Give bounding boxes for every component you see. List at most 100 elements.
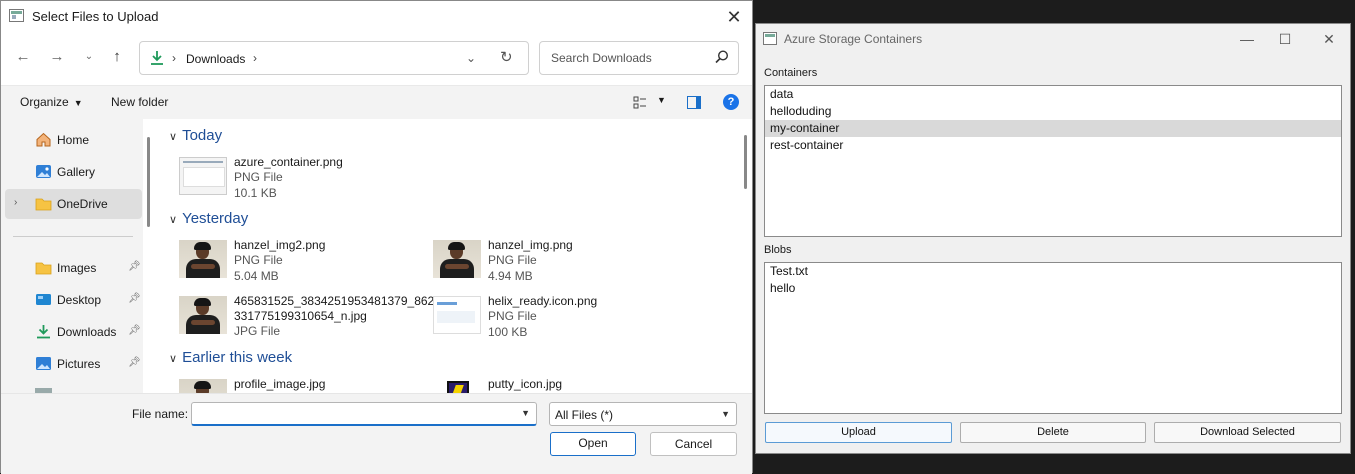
file-name: putty_icon.jpg <box>488 377 563 391</box>
file-upload-dialog: Select Files to Upload ✕ ← → ⌄ ↑ › Downl… <box>0 0 753 474</box>
file-size: 5.04 MB <box>234 269 279 283</box>
file-size: 4.94 MB <box>488 269 533 283</box>
file-thumbnail <box>433 240 481 278</box>
file-item[interactable]: 465831525_3834251953481379_8624 331775199… <box>159 294 441 344</box>
sidebar-item-label: Home <box>57 133 90 147</box>
pictures-icon <box>36 357 51 370</box>
dialog-footer: File name: ▼ All Files (*) ▼ Open Cancel <box>1 393 752 474</box>
chevron-down-icon: ▼ <box>721 409 730 419</box>
blobs-list[interactable]: Test.txt hello <box>764 262 1342 414</box>
command-bar: Organize ▼ New folder ▼ ? <box>1 85 752 119</box>
group-header-today[interactable]: ∨ Today <box>169 127 222 144</box>
group-header-yesterday[interactable]: ∨ Yesterday <box>169 210 248 227</box>
group-label: Yesterday <box>182 210 249 227</box>
open-button[interactable]: Open <box>550 432 636 456</box>
sidebar-item-desktop[interactable]: Desktop 📌︎ <box>5 285 142 315</box>
chevron-down-icon[interactable]: ▼ <box>521 408 530 418</box>
close-button[interactable]: ✕ <box>720 4 748 30</box>
file-item[interactable]: helix_ready.icon.png PNG File 100 KB <box>413 294 663 344</box>
download-selected-button[interactable]: Download Selected <box>1154 422 1341 443</box>
preview-pane-icon[interactable] <box>687 96 701 109</box>
close-icon[interactable]: ✕ <box>1316 28 1342 50</box>
file-type-value: All Files (*) <box>555 408 614 422</box>
download-icon <box>151 51 163 65</box>
breadcrumb-separator-icon: › <box>172 51 176 65</box>
address-bar[interactable]: › Downloads › ⌄ ↻ <box>139 41 529 75</box>
organize-menu[interactable]: Organize ▼ <box>20 95 83 109</box>
file-type: PNG File <box>488 309 537 323</box>
dialog-title-bar[interactable]: Select Files to Upload ✕ <box>1 1 752 33</box>
file-thumbnail <box>179 240 227 278</box>
blobs-label: Blobs <box>764 244 792 256</box>
file-list-scrollbar[interactable] <box>744 135 747 189</box>
sidebar-item-label: Desktop <box>57 293 102 307</box>
file-thumbnail <box>179 157 227 195</box>
file-thumbnail <box>179 296 227 334</box>
desktop-icon <box>36 294 51 305</box>
sidebar-item-gallery[interactable]: Gallery <box>5 157 142 187</box>
window-title-bar[interactable]: Azure Storage Containers — ☐ ✕ <box>756 24 1350 54</box>
sidebar-item-label: Gallery <box>57 165 96 179</box>
sidebar-item-label: Pictures <box>57 357 101 371</box>
refresh-icon[interactable]: ↻ <box>500 48 513 66</box>
sidebar-item-home[interactable]: Home <box>5 125 142 155</box>
new-folder-button[interactable]: New folder <box>111 95 168 109</box>
file-thumbnail <box>179 379 227 393</box>
chevron-right-icon[interactable]: › <box>14 197 17 208</box>
help-icon[interactable]: ? <box>723 94 739 110</box>
list-item[interactable]: data <box>765 86 1341 103</box>
azure-storage-window: Azure Storage Containers — ☐ ✕ Container… <box>755 23 1351 454</box>
chevron-down-icon[interactable]: ▼ <box>657 95 666 105</box>
file-name: azure_container.png <box>234 155 343 169</box>
recent-locations-chevron-icon[interactable]: ⌄ <box>79 47 99 67</box>
navigation-pane: Home Gallery › OneDrive Images 📌︎ Deskto… <box>1 119 143 393</box>
address-history-chevron-icon[interactable]: ⌄ <box>466 51 476 65</box>
file-item[interactable]: hanzel_img.png PNG File 4.94 MB <box>413 238 663 288</box>
chevron-down-icon: ▼ <box>73 98 83 108</box>
file-name-line: 465831525_3834251953481379_8624 <box>234 294 441 308</box>
sidebar-divider <box>13 236 133 237</box>
file-size: 100 KB <box>488 325 528 339</box>
pin-icon: 📌︎ <box>128 325 141 336</box>
sidebar-item-partial[interactable] <box>5 381 142 393</box>
list-item[interactable]: rest-container <box>765 137 1341 154</box>
search-input[interactable] <box>549 50 709 66</box>
chevron-down-icon: ∨ <box>169 214 178 226</box>
forward-arrow-icon[interactable]: → <box>47 47 67 67</box>
file-type: PNG File <box>234 253 283 267</box>
list-item[interactable]: helloduding <box>765 103 1341 120</box>
containers-list[interactable]: data helloduding my-container rest-conta… <box>764 85 1342 237</box>
download-icon <box>37 325 50 339</box>
list-item[interactable]: Test.txt <box>765 263 1341 280</box>
breadcrumb-separator-icon[interactable]: › <box>253 51 257 65</box>
back-arrow-icon[interactable]: ← <box>13 47 33 67</box>
sidebar-item-images[interactable]: Images 📌︎ <box>5 253 142 283</box>
maximize-icon[interactable]: ☐ <box>1272 28 1298 50</box>
file-name-input[interactable] <box>198 406 508 422</box>
sidebar-item-pictures[interactable]: Pictures 📌︎ <box>5 349 142 379</box>
up-arrow-icon[interactable]: ↑ <box>107 47 127 67</box>
file-item[interactable]: profile_image.jpg <box>159 377 409 393</box>
file-type-select[interactable]: All Files (*) ▼ <box>549 402 737 426</box>
sidebar-item-onedrive[interactable]: › OneDrive <box>5 189 142 219</box>
list-item[interactable]: my-container <box>765 120 1341 137</box>
delete-button[interactable]: Delete <box>960 422 1146 443</box>
file-item[interactable]: azure_container.png PNG File 10.1 KB <box>159 155 409 205</box>
file-name-line: 331775199310654_n.jpg <box>234 309 367 323</box>
view-options-icon[interactable] <box>633 96 647 110</box>
minimize-icon[interactable]: — <box>1234 28 1260 50</box>
chevron-down-icon: ∨ <box>169 131 178 143</box>
upload-button[interactable]: Upload <box>765 422 952 443</box>
app-icon <box>9 9 24 22</box>
sidebar-item-downloads[interactable]: Downloads 📌︎ <box>5 317 142 347</box>
sidebar-item-label: OneDrive <box>57 197 108 211</box>
sidebar-scrollbar[interactable] <box>147 137 150 227</box>
file-item[interactable]: hanzel_img2.png PNG File 5.04 MB <box>159 238 409 288</box>
search-icon[interactable] <box>714 49 730 65</box>
group-header-earlier-this-week[interactable]: ∨ Earlier this week <box>169 349 292 366</box>
breadcrumb-downloads[interactable]: Downloads <box>186 52 245 66</box>
cancel-button[interactable]: Cancel <box>650 432 737 456</box>
list-item[interactable]: hello <box>765 280 1341 297</box>
file-name: 465831525_3834251953481379_8624 331775199… <box>234 294 441 324</box>
file-item[interactable]: putty_icon.jpg <box>413 377 663 393</box>
